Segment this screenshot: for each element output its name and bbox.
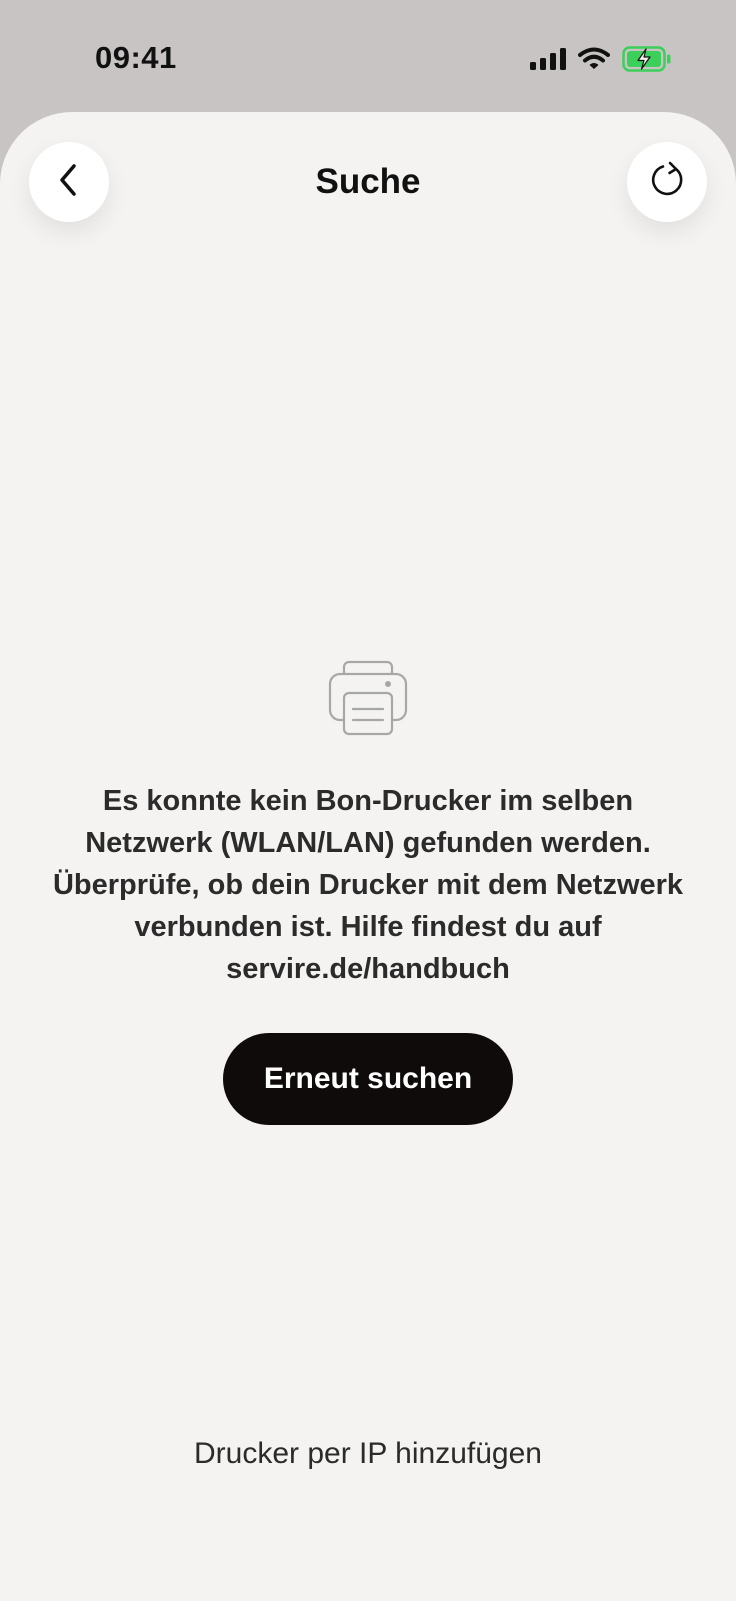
add-printer-by-ip-link[interactable]: Drucker per IP hinzufügen — [0, 1437, 736, 1471]
refresh-icon — [647, 160, 687, 205]
retry-search-button[interactable]: Erneut suchen — [223, 1033, 513, 1125]
status-icons — [530, 46, 672, 72]
signal-icon — [530, 48, 566, 70]
status-bar: 09:41 — [0, 0, 736, 112]
printer-icon — [328, 660, 408, 736]
status-time: 09:41 — [95, 40, 177, 75]
empty-state-message: Es konnte kein Bon-Drucker im selben Net… — [52, 785, 684, 985]
wifi-icon — [578, 47, 610, 71]
page-title: Suche — [315, 162, 421, 201]
header: Suche — [0, 112, 736, 262]
refresh-button[interactable] — [627, 142, 707, 222]
main-sheet: Suche Es konnte kein Bon-Drucker im selb… — [0, 112, 736, 1601]
battery-charging-icon — [622, 46, 672, 72]
